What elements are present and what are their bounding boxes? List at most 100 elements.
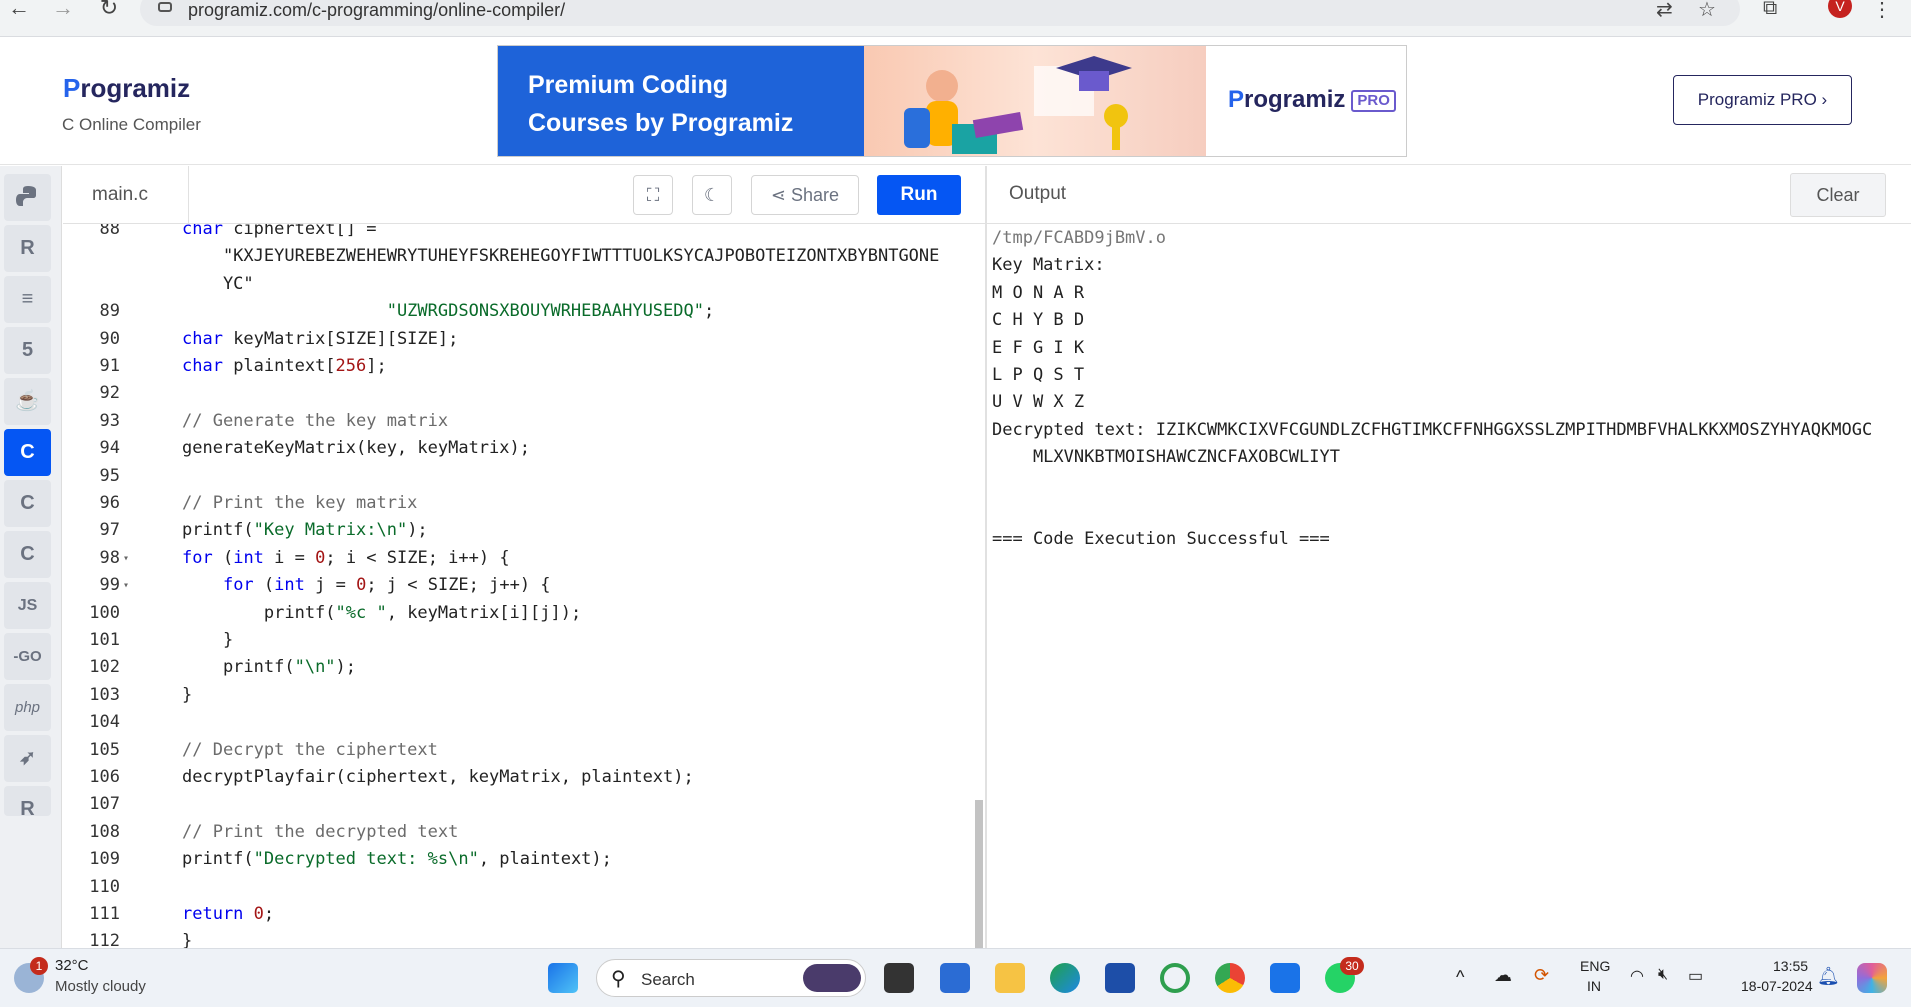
code-line[interactable]: 104 <box>63 709 986 736</box>
code-line[interactable]: 90 char keyMatrix[SIZE][SIZE]; <box>63 326 986 353</box>
edge-icon[interactable] <box>1050 963 1080 993</box>
clock-date[interactable]: 18-07-2024 <box>1741 978 1813 994</box>
code-line[interactable]: 98 ▾ for (int i = 0; i < SIZE; i++) { <box>63 545 986 572</box>
speaker-muted-icon[interactable]: 🔇︎ <box>1658 966 1668 984</box>
code-line[interactable]: 93 // Generate the key matrix <box>63 408 986 435</box>
code-text: "KXJEYUREBEZWEHEWRYTUHEYFSKREHEGOYFIWTTT… <box>182 246 940 267</box>
code-line[interactable]: 106 decryptPlayfair(ciphertext, keyMatrix… <box>63 764 986 791</box>
file-tab-main-c[interactable]: main.c <box>63 166 189 224</box>
code-line[interactable]: "KXJEYUREBEZWEHEWRYTUHEYFSKREHEGOYFIWTTT… <box>63 243 986 270</box>
url-text[interactable]: programiz.com/c-programming/online-compi… <box>188 0 565 21</box>
reload-icon[interactable]: ↻ <box>94 0 124 20</box>
swift-icon[interactable]: ➶ <box>4 735 51 782</box>
code-line[interactable]: 91 char plaintext[256]; <box>63 353 986 380</box>
clear-button[interactable]: Clear <box>1790 173 1886 217</box>
code-line[interactable]: 97 printf("Key Matrix:\n"); <box>63 517 986 544</box>
output-console[interactable]: /tmp/FCABD9jBmV.o Key Matrix: M O N A R C H… <box>992 225 1907 945</box>
code-line[interactable]: 94 generateKeyMatrix(key, keyMatrix); <box>63 435 986 462</box>
code-editor[interactable]: 88 char ciphertext[] = "KXJEYUREBEZWEHEWR… <box>63 224 986 948</box>
chrome-icon[interactable] <box>1215 963 1245 993</box>
code-line[interactable]: 88 char ciphertext[] = <box>63 224 986 243</box>
code-line[interactable]: 110 <box>63 874 986 901</box>
cpp-icon[interactable]: C <box>4 480 51 527</box>
pane-divider[interactable] <box>985 166 987 948</box>
code-line[interactable]: 102 printf("\n"); <box>63 654 986 681</box>
code-line[interactable]: 89 "UZWRGDSONSXBOUYWRHEBAAHYUSEDQ"; <box>63 298 986 325</box>
code-line[interactable]: 92 <box>63 380 986 407</box>
weather-desc[interactable]: Mostly cloudy <box>55 978 146 995</box>
taskbar-search[interactable]: ⚲ Search <box>596 959 866 997</box>
editor-scrollbar[interactable] <box>975 800 983 948</box>
translate-icon[interactable]: ⇄ <box>1656 0 1673 22</box>
code-line[interactable]: 100 printf("%c ", keyMatrix[i][j]); <box>63 600 986 627</box>
line-number: 110 <box>89 876 120 897</box>
word-icon[interactable] <box>1105 963 1135 993</box>
wifi-icon[interactable]: ◠ <box>1630 966 1644 986</box>
windows-start-icon[interactable] <box>548 963 578 993</box>
output-title: Output <box>1009 183 1067 204</box>
address-bar[interactable]: programiz.com/c-programming/online-compi… <box>140 0 1740 26</box>
banner-text: Premium Coding Courses by Programiz <box>498 46 864 156</box>
onedrive-icon[interactable]: ☁ <box>1494 965 1512 986</box>
line-number: 92 <box>99 383 120 404</box>
rust-icon[interactable]: R <box>4 786 51 820</box>
profile-avatar[interactable]: V <box>1828 0 1852 18</box>
code-line[interactable]: 101 } <box>63 627 986 654</box>
code-text: // Generate the key matrix <box>182 410 449 431</box>
chevron-up-icon[interactable]: ^ <box>1456 967 1464 988</box>
go-icon[interactable]: -GO <box>4 633 51 680</box>
code-line[interactable]: YC" <box>63 271 986 298</box>
programiz-logo[interactable]: Programiz <box>63 73 190 104</box>
c-language-icon[interactable]: C <box>4 429 51 476</box>
task-view-icon[interactable] <box>884 963 914 993</box>
code-line[interactable]: 99 ▾ for (int j = 0; j < SIZE; j++) { <box>63 572 986 599</box>
code-line[interactable]: 95 <box>63 463 986 490</box>
clock-time[interactable]: 13:55 <box>1773 958 1808 974</box>
code-line[interactable]: 107 <box>63 791 986 818</box>
dark-mode-moon-icon[interactable]: ☾ <box>692 175 732 215</box>
notification-bell-icon[interactable]: 🔔︎ <box>1817 966 1840 987</box>
language-in[interactable]: IN <box>1587 978 1601 994</box>
back-icon[interactable]: ← <box>4 0 34 20</box>
sql-database-icon[interactable]: ≡ <box>4 276 51 323</box>
html5-icon[interactable]: 5 <box>4 327 51 374</box>
code-line[interactable]: 96 // Print the key matrix <box>63 490 986 517</box>
bookmark-star-icon[interactable]: ☆ <box>1698 0 1716 22</box>
line-number: 93 <box>99 410 120 431</box>
fold-toggle-icon[interactable]: ▾ <box>123 572 129 599</box>
language-eng[interactable]: ENG <box>1580 958 1610 974</box>
line-number: 95 <box>99 465 120 486</box>
copilot-icon[interactable] <box>1857 963 1887 993</box>
code-line[interactable]: 109 printf("Decrypted text: %s\n", plaint… <box>63 846 986 873</box>
python-icon[interactable] <box>4 174 51 221</box>
app-ring-icon[interactable] <box>1160 963 1190 993</box>
run-button[interactable]: Run <box>877 175 961 215</box>
store-icon[interactable] <box>940 963 970 993</box>
code-line[interactable]: 108 // Print the decrypted text <box>63 819 986 846</box>
notepad-icon[interactable] <box>1270 963 1300 993</box>
promo-banner[interactable]: Premium Coding Courses by Programiz Prog… <box>497 45 1407 157</box>
weather-temp[interactable]: 32°C <box>55 957 89 974</box>
fold-toggle-icon[interactable]: ▾ <box>123 545 129 572</box>
fullscreen-icon[interactable]: ⛶ <box>633 175 673 215</box>
code-line[interactable]: 103} <box>63 682 986 709</box>
extensions-icon[interactable]: ⧉ <box>1763 0 1777 20</box>
site-info-icon[interactable] <box>158 2 172 12</box>
javascript-icon[interactable]: JS <box>4 582 51 629</box>
banner-logo-area: Programiz PRO <box>1206 46 1406 156</box>
csharp-icon[interactable]: C <box>4 531 51 578</box>
battery-icon[interactable]: ▭ <box>1688 966 1703 986</box>
php-icon[interactable]: php <box>4 684 51 731</box>
file-explorer-icon[interactable] <box>995 963 1025 993</box>
code-line[interactable]: 112} <box>63 928 986 948</box>
forward-icon[interactable]: → <box>48 0 78 20</box>
line-number: 111 <box>89 904 120 924</box>
share-button[interactable]: ⋖ Share <box>751 175 859 215</box>
code-line[interactable]: 105 // Decrypt the ciphertext <box>63 737 986 764</box>
code-line[interactable]: 111 return 0; <box>63 901 986 928</box>
java-icon[interactable]: ☕ <box>4 378 51 425</box>
menu-icon[interactable]: ⋮ <box>1872 0 1892 22</box>
programiz-pro-button[interactable]: Programiz PRO › <box>1673 75 1852 125</box>
r-language-icon[interactable]: R <box>4 225 51 272</box>
sync-icon[interactable]: ⟳ <box>1534 965 1549 986</box>
